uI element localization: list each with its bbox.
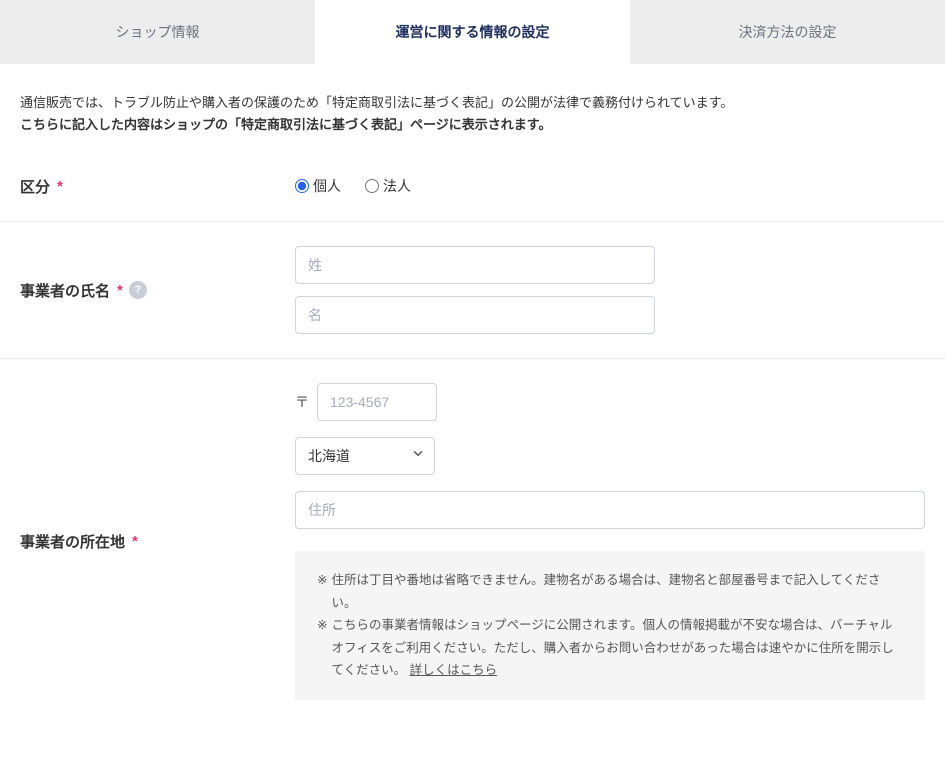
label-operator-address-text: 事業者の所在地 bbox=[20, 531, 125, 552]
address-note-box: ※ 住所は丁目や番地は省略できません。建物名がある場合は、建物名と部屋番号まで記… bbox=[295, 551, 925, 700]
radio-corporation-label[interactable]: 法人 bbox=[365, 176, 411, 196]
required-mark: * bbox=[132, 533, 138, 550]
radio-corporation[interactable] bbox=[365, 179, 379, 193]
section-category: 区分 * 個人 法人 bbox=[0, 152, 945, 222]
note-line1: 住所は丁目や番地は省略できません。建物名がある場合は、建物名と部屋番号まで記入し… bbox=[331, 569, 903, 614]
required-mark: * bbox=[117, 282, 123, 299]
label-operator-name-text: 事業者の氏名 bbox=[20, 280, 110, 301]
postal-mark: 〒 bbox=[295, 392, 309, 412]
prefecture-select-wrap: 北海道 bbox=[295, 437, 435, 475]
label-operator-address: 事業者の所在地 * bbox=[20, 531, 295, 552]
intro-text: 通信販売では、トラブル防止や購入者の保護のため「特定商取引法に基づく表記」の公開… bbox=[0, 64, 945, 152]
label-operator-name: 事業者の氏名 * ? bbox=[20, 280, 295, 301]
section-operator-address: 事業者の所在地 * 〒 北海道 bbox=[0, 359, 945, 724]
category-radio-group: 個人 法人 bbox=[295, 176, 925, 196]
radio-individual[interactable] bbox=[295, 179, 309, 193]
note-marker: ※ bbox=[317, 569, 327, 614]
section-operator-name: 事業者の氏名 * ? bbox=[0, 222, 945, 359]
note-marker: ※ bbox=[317, 614, 327, 682]
address-input[interactable] bbox=[295, 491, 925, 529]
radio-individual-label[interactable]: 個人 bbox=[295, 176, 341, 196]
postal-row: 〒 bbox=[295, 383, 925, 421]
intro-line2: こちらに記入した内容はショップの「特定商取引法に基づく表記」ページに表示されます… bbox=[20, 114, 925, 136]
intro-line1: 通信販売では、トラブル防止や購入者の保護のため「特定商取引法に基づく表記」の公開… bbox=[20, 92, 925, 114]
label-category: 区分 * bbox=[20, 176, 295, 197]
note-link[interactable]: 詳しくはこちら bbox=[410, 663, 498, 677]
radio-individual-text: 個人 bbox=[313, 176, 341, 196]
label-category-text: 区分 bbox=[20, 176, 50, 197]
tab-payment-settings[interactable]: 決済方法の設定 bbox=[630, 0, 945, 64]
first-name-input[interactable] bbox=[295, 296, 655, 334]
tab-operation-settings[interactable]: 運営に関する情報の設定 bbox=[315, 0, 630, 64]
prefecture-select[interactable]: 北海道 bbox=[295, 437, 435, 475]
radio-corporation-text: 法人 bbox=[383, 176, 411, 196]
help-icon[interactable]: ? bbox=[129, 281, 147, 299]
postal-code-input[interactable] bbox=[317, 383, 437, 421]
required-mark: * bbox=[57, 178, 63, 195]
tabs: ショップ情報 運営に関する情報の設定 決済方法の設定 bbox=[0, 0, 945, 64]
last-name-input[interactable] bbox=[295, 246, 655, 284]
note-line2: こちらの事業者情報はショップページに公開されます。個人の情報掲載が不安な場合は、… bbox=[331, 614, 903, 682]
tab-shop-info[interactable]: ショップ情報 bbox=[0, 0, 315, 64]
